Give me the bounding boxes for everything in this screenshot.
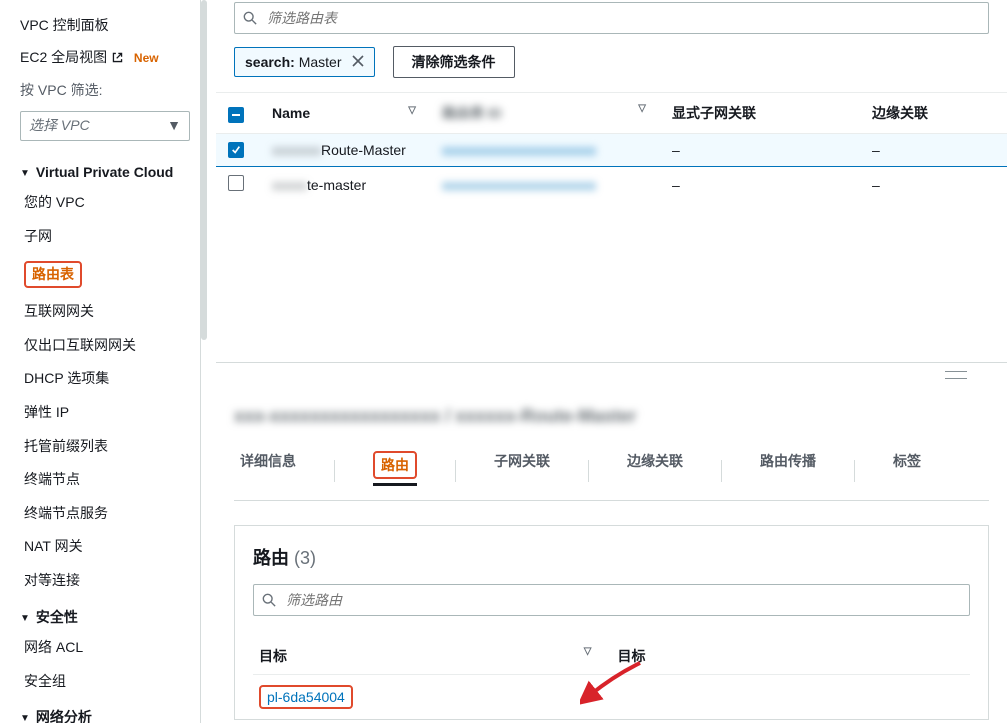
- sort-icon: ▽: [408, 105, 416, 116]
- route-destination-highlight: pl-6da54004: [259, 685, 353, 709]
- detail-tabs: 详细信息 路由 子网关联 边缘关联 路由传播 标签: [234, 441, 989, 501]
- sidebar-filter-label: 按 VPC 筛选:: [20, 75, 200, 107]
- nav-route-tables[interactable]: 路由表: [20, 254, 200, 296]
- nav-route-tables-label: 路由表: [24, 261, 82, 289]
- nav-subnets[interactable]: 子网: [20, 220, 200, 254]
- table-row[interactable]: xxxxxxxRoute-Master xxxxxxxxxxxxxxxxxxxx…: [216, 134, 1007, 167]
- col-edge-assoc[interactable]: 边缘关联: [860, 93, 1007, 134]
- filter-tag[interactable]: search: Master: [234, 47, 375, 77]
- nav-endpoints[interactable]: 终端节点: [20, 463, 200, 497]
- col-destination[interactable]: 目标 ▽: [253, 638, 612, 675]
- drag-handle-icon: [945, 371, 967, 379]
- routes-search[interactable]: [253, 584, 970, 616]
- detail-title: xxx-xxxxxxxxxxxxxxxxx / xxxxxx-Route-Mas…: [234, 396, 989, 441]
- nav-nat-gw[interactable]: NAT 网关: [20, 530, 200, 564]
- nav-eigw[interactable]: 仅出口互联网网关: [20, 329, 200, 363]
- nav-prefix-lists[interactable]: 托管前缀列表: [20, 430, 200, 464]
- route-row[interactable]: pl-6da54004: [253, 675, 970, 720]
- row-checkbox[interactable]: [228, 175, 244, 191]
- nav-acl[interactable]: 网络 ACL: [20, 631, 200, 665]
- col-target[interactable]: 目标: [612, 638, 971, 675]
- nav-endpoint-services[interactable]: 终端节点服务: [20, 497, 200, 531]
- tab-tags[interactable]: 标签: [891, 441, 923, 500]
- tab-subnet-assoc[interactable]: 子网关联: [492, 441, 552, 500]
- search-icon: [243, 11, 257, 25]
- vpc-select[interactable]: 选择 VPC ▼: [20, 111, 190, 141]
- route-tables-table: Name ▽ 路由表 ID ▽ 显式子网关联 边缘关联: [216, 93, 1007, 202]
- nav-your-vpc[interactable]: 您的 VPC: [20, 186, 200, 220]
- search-icon: [262, 593, 276, 607]
- route-table-search[interactable]: [234, 2, 989, 34]
- col-id[interactable]: 路由表 ID ▽: [430, 93, 660, 134]
- close-icon[interactable]: [352, 54, 364, 70]
- col-subnet-assoc[interactable]: 显式子网关联: [660, 93, 860, 134]
- routes-table: 目标 ▽ 目标 pl-6da54004: [253, 638, 970, 719]
- col-name[interactable]: Name ▽: [260, 93, 430, 134]
- vpc-select-placeholder: 选择 VPC: [29, 116, 90, 136]
- sidebar: VPC 控制面板 EC2 全局视图 New 按 VPC 筛选: 选择 VPC ▼…: [0, 0, 200, 723]
- pane-divider[interactable]: [200, 0, 216, 723]
- section-analysis[interactable]: 网络分析: [20, 698, 200, 723]
- sort-icon: ▽: [584, 646, 592, 657]
- nav-eip[interactable]: 弹性 IP: [20, 396, 200, 430]
- clear-filters-button[interactable]: 清除筛选条件: [393, 46, 515, 78]
- routes-panel: 路由 (3) 目标 ▽ 目标: [234, 525, 989, 720]
- external-link-icon: [111, 50, 124, 70]
- routes-heading: 路由 (3): [253, 544, 970, 570]
- section-vpc[interactable]: Virtual Private Cloud: [20, 153, 200, 187]
- sidebar-ec2-global[interactable]: EC2 全局视图 New: [20, 42, 200, 76]
- route-destination-link[interactable]: pl-6da54004: [267, 689, 345, 705]
- detail-pane: xxx-xxxxxxxxxxxxxxxxx / xxxxxx-Route-Mas…: [216, 386, 1007, 723]
- detail-resize-handle[interactable]: [216, 362, 1007, 386]
- nav-dhcp[interactable]: DHCP 选项集: [20, 362, 200, 396]
- caret-down-icon: ▼: [167, 116, 181, 136]
- section-security[interactable]: 安全性: [20, 598, 200, 632]
- routes-search-input[interactable]: [284, 591, 961, 609]
- nav-igw[interactable]: 互联网网关: [20, 295, 200, 329]
- sort-icon: ▽: [638, 103, 646, 114]
- main: search: Master 清除筛选条件 Name: [216, 0, 1007, 723]
- tab-propagation[interactable]: 路由传播: [758, 441, 818, 500]
- sidebar-ec2-global-label: EC2 全局视图: [20, 49, 107, 65]
- tab-routes[interactable]: 路由: [371, 441, 419, 500]
- row-checkbox[interactable]: [228, 142, 244, 158]
- sidebar-vpc-dashboard[interactable]: VPC 控制面板: [20, 10, 200, 42]
- nav-peering[interactable]: 对等连接: [20, 564, 200, 598]
- tab-details[interactable]: 详细信息: [238, 441, 298, 500]
- new-badge: New: [134, 51, 159, 65]
- table-row[interactable]: xxxxxte-master xxxxxxxxxxxxxxxxxxxxxx – …: [216, 167, 1007, 203]
- header-checkbox[interactable]: [228, 107, 244, 123]
- nav-sg[interactable]: 安全组: [20, 665, 200, 699]
- route-table-search-input[interactable]: [265, 9, 980, 27]
- filter-tag-text: search: Master: [245, 54, 342, 70]
- tab-edge-assoc[interactable]: 边缘关联: [625, 441, 685, 500]
